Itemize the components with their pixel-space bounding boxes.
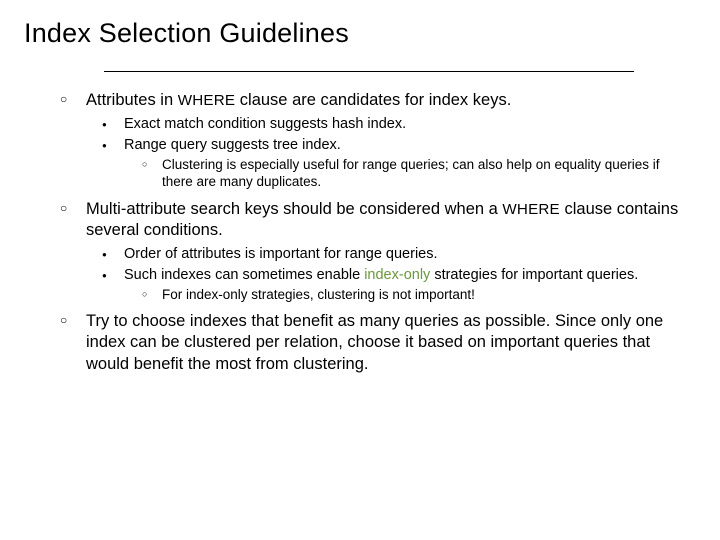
title-divider bbox=[104, 71, 634, 72]
bullet-list-lvl2: Order of attributes is important for ran… bbox=[86, 245, 688, 303]
bullet-list-lvl2: Exact match condition suggests hash inde… bbox=[86, 115, 688, 191]
slide: Index Selection Guidelines Attributes in… bbox=[0, 0, 720, 540]
text: Range query suggests tree index. bbox=[124, 137, 341, 153]
bullet-attributes-where: Attributes in WHERE clause are candidate… bbox=[60, 90, 688, 191]
bullet-choose-indexes: Try to choose indexes that benefit as ma… bbox=[60, 311, 688, 374]
bullet-list-lvl1: Attributes in WHERE clause are candidate… bbox=[24, 90, 696, 375]
where-keyword: WHERE bbox=[502, 201, 559, 218]
highlight-index-only: index-only bbox=[364, 267, 430, 283]
bullet-multi-attribute: Multi-attribute search keys should be co… bbox=[60, 199, 688, 304]
bullet-list-lvl3: Clustering is especially useful for rang… bbox=[124, 156, 688, 191]
bullet-clustering-useful: Clustering is especially useful for rang… bbox=[142, 156, 688, 191]
slide-title: Index Selection Guidelines bbox=[24, 18, 696, 49]
bullet-list-lvl3: For index-only strategies, clustering is… bbox=[124, 286, 688, 303]
text: clause are candidates for index keys. bbox=[235, 91, 511, 109]
bullet-range-query: Range query suggests tree index. Cluster… bbox=[102, 136, 688, 191]
text: strategies for important queries. bbox=[430, 267, 638, 283]
bullet-clustering-not-important: For index-only strategies, clustering is… bbox=[142, 286, 688, 303]
bullet-order-of-attributes: Order of attributes is important for ran… bbox=[102, 245, 688, 264]
bullet-index-only: Such indexes can sometimes enable index-… bbox=[102, 266, 688, 304]
text: Multi-attribute search keys should be co… bbox=[86, 200, 502, 218]
text: Attributes in bbox=[86, 91, 178, 109]
text: Such indexes can sometimes enable bbox=[124, 267, 364, 283]
where-keyword: WHERE bbox=[178, 92, 235, 109]
bullet-exact-match: Exact match condition suggests hash inde… bbox=[102, 115, 688, 134]
